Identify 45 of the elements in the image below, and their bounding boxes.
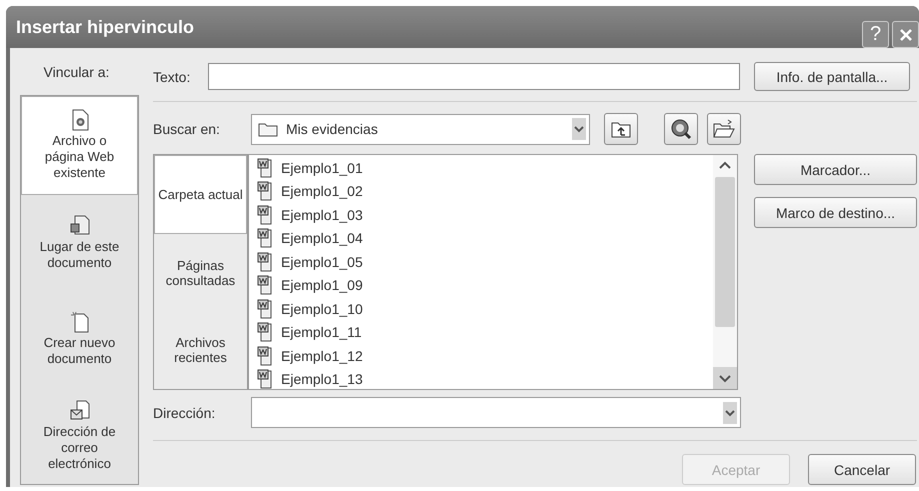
- web-search-button[interactable]: [664, 113, 698, 145]
- file-name[interactable]: Ejemplo1_12: [281, 348, 363, 364]
- view-tab[interactable]: Carpeta actual: [154, 155, 247, 234]
- document-icon: [70, 109, 90, 132]
- screen-tip-button[interactable]: Info. de pantalla...: [754, 62, 910, 91]
- folder-icon: [258, 121, 278, 137]
- address-field[interactable]: [251, 397, 741, 428]
- file-name[interactable]: Ejemplo1_09: [281, 277, 363, 294]
- email-document-icon: [70, 400, 90, 422]
- close-button[interactable]: [892, 21, 919, 48]
- scroll-down-icon[interactable]: [713, 367, 737, 389]
- file-name[interactable]: Ejemplo1_03: [281, 206, 363, 223]
- open-folder-button[interactable]: [707, 113, 741, 145]
- link-to-item[interactable]: Lugar de este documento: [21, 194, 138, 291]
- side-button[interactable]: Marco de destino...: [754, 197, 917, 228]
- view-tab[interactable]: Páginas consultadas: [154, 234, 247, 312]
- look-in-dropdown[interactable]: Mis evidencias: [251, 114, 590, 144]
- text-field[interactable]: [208, 63, 740, 90]
- address-label: Dirección:: [153, 404, 216, 420]
- file-name[interactable]: Ejemplo1_05: [281, 254, 363, 270]
- file-name[interactable]: Ejemplo1_10: [281, 300, 363, 317]
- scroll-thumb[interactable]: [715, 177, 735, 327]
- up-folder-icon: [611, 120, 631, 138]
- link-to-item[interactable]: Archivo o página Web existente: [21, 96, 138, 194]
- new-document-icon: [70, 311, 90, 334]
- window-title: Insertar hipervinculo: [16, 16, 194, 38]
- dialog-button[interactable]: Cancelar: [808, 454, 916, 485]
- close-icon: [898, 26, 914, 42]
- link-to-item[interactable]: Crear nuevo documento: [21, 291, 138, 388]
- view-tab[interactable]: Archivos recientes: [154, 312, 247, 389]
- file-name[interactable]: Ejemplo1_02: [281, 183, 363, 200]
- file-name[interactable]: Ejemplo1_04: [281, 230, 363, 246]
- search-icon: [670, 118, 692, 140]
- link-to-label: Vincular a:: [42, 62, 110, 82]
- text-label: Texto:: [153, 68, 192, 84]
- document-icon: [70, 214, 90, 237]
- open-folder-icon: [713, 119, 735, 139]
- scrollbar[interactable]: [713, 155, 737, 389]
- link-to-item[interactable]: Dirección de correo electrónico: [21, 388, 138, 484]
- file-name[interactable]: Ejemplo1_11: [281, 324, 362, 340]
- side-button[interactable]: Marcador...: [754, 154, 917, 185]
- file-name[interactable]: Ejemplo1_13: [281, 371, 363, 388]
- file-name[interactable]: Ejemplo1_01: [281, 160, 363, 176]
- up-folder-button[interactable]: [604, 113, 638, 145]
- look-in-label: Buscar en:: [153, 121, 221, 137]
